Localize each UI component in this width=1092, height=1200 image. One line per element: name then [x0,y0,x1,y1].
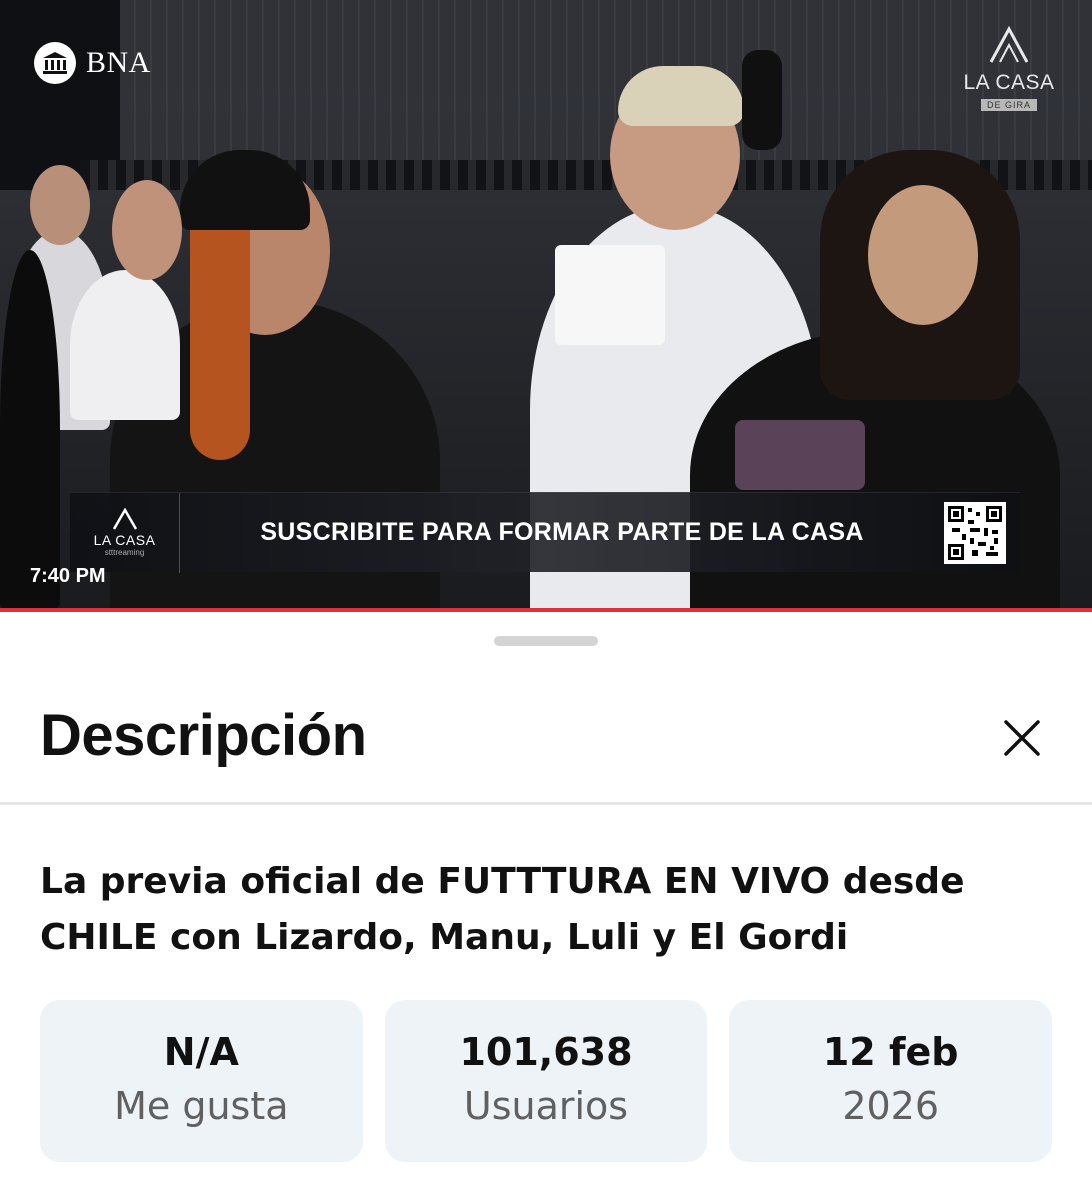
qr-code-icon [944,501,1006,564]
stat-label-likes: Me gusta [114,1084,289,1128]
sheet-grabber-handle[interactable] [494,636,598,646]
stats-row: N/A Me gusta 101,638 Usuarios 12 feb 202… [40,1000,1053,1162]
video-title: La previa oficial de FUTTTURA EN VIVO de… [40,861,965,958]
stat-label-date: 2026 [842,1084,940,1128]
stream-clock: 7:40 PM [30,565,106,587]
header-divider [0,802,1092,805]
stat-card-likes: N/A Me gusta [40,1000,363,1162]
stat-label-users: Usuarios [463,1084,629,1128]
lacasa-watermark: LA CASA DE GIRA [954,25,1064,113]
bna-logo: BNA [34,42,151,84]
background-head-2 [112,180,182,280]
banner-logo-name: LA CASA [93,532,156,548]
performer-silhouette [742,50,782,150]
bna-logo-text: BNA [86,46,151,79]
tshirt-print [735,420,865,490]
close-button[interactable] [996,712,1048,764]
background-person-2 [70,270,180,420]
paper-sheet [555,245,665,345]
sheet-title: Descripción [40,703,367,768]
close-icon [1004,720,1040,756]
banner-text: SUSCRIBITE PARA FORMAR PARTE DE LA CASA [260,518,864,546]
stat-value-likes: N/A [163,1030,239,1074]
lacasa-a-icon [989,25,1029,63]
bank-icon [34,42,76,84]
stat-value-users: 101,638 [459,1030,633,1074]
lacasa-name: LA CASA [963,71,1055,94]
background-head-1 [30,165,90,245]
banner-logo-sub: stttreaming [104,548,145,557]
person-center-hair [618,66,744,126]
subscribe-banner: LA CASA stttreaming SUSCRIBITE PARA FORM… [70,492,1020,573]
banner-a-icon [112,508,137,530]
description-sheet: Descripción La previa oficial de FUTTTUR… [0,616,1092,1200]
background-person-3 [0,250,60,610]
video-player[interactable]: BNA LA CASA DE GIRA LA CASA stttreaming … [0,0,1092,612]
lacasa-tag: DE GIRA [980,99,1037,111]
person-left-hair [190,200,250,460]
video-progress-bar[interactable] [0,608,1092,612]
stat-card-users: 101,638 Usuarios [384,1000,708,1162]
stat-value-date: 12 feb [822,1030,959,1074]
banner-logo: LA CASA stttreaming [70,492,180,573]
stat-card-date: 12 feb 2026 [729,1000,1053,1162]
person-right-face [868,185,978,325]
